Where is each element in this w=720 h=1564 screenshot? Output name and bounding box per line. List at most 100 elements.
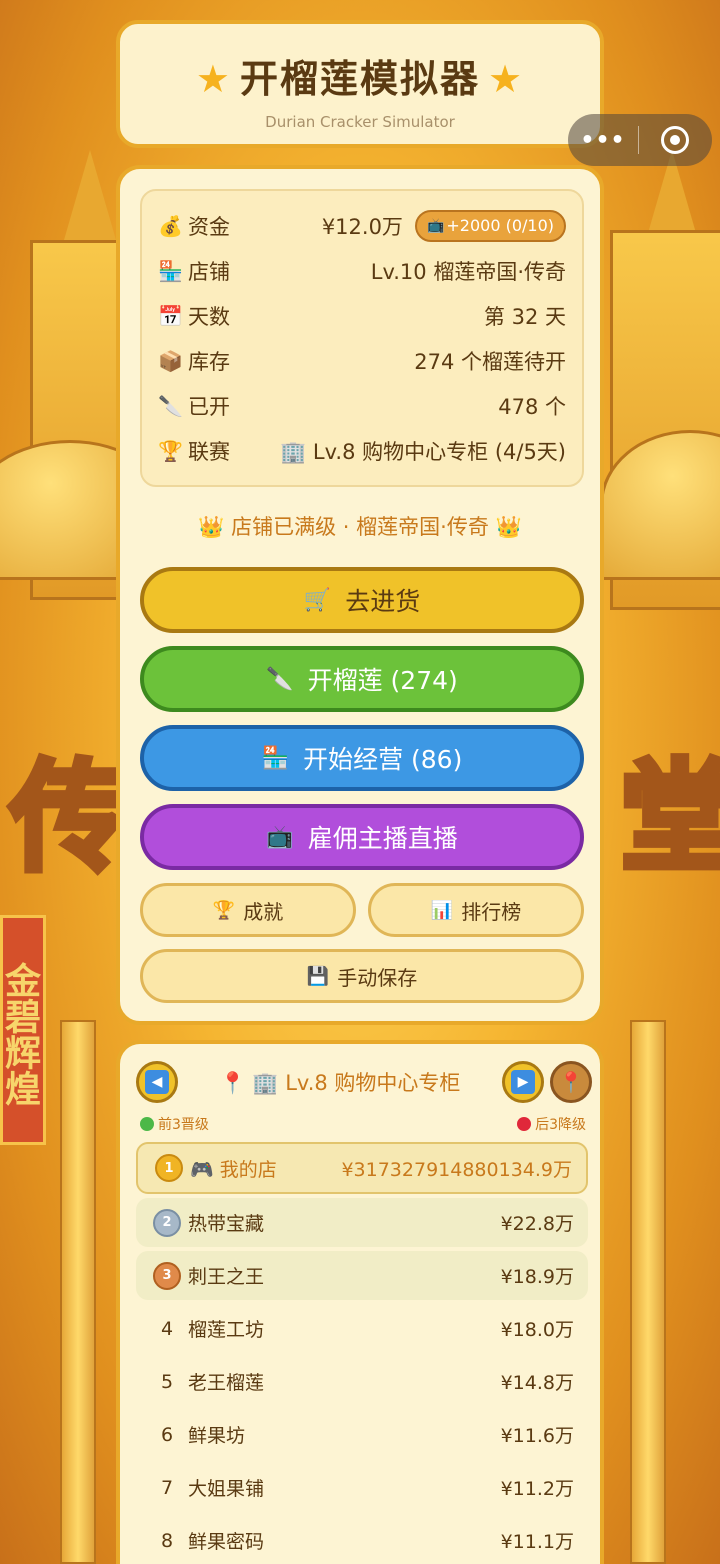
- league-ranking-list: 1 🎮 我的店 ¥317327914880134.9万 2 热带宝藏 ¥22.8…: [136, 1142, 588, 1564]
- star-icon: ★: [195, 57, 232, 101]
- store-name: 榴莲工坊: [188, 1319, 265, 1341]
- store-name: 刺王之王: [188, 1266, 265, 1288]
- league-panel: ◀ 📍 🏢 Lv.8 购物中心专柜 ▶ 📍 前3晋级 后3降级 1 🎮 我的店 …: [116, 1040, 604, 1564]
- demote-legend: 后3降级: [517, 1114, 586, 1134]
- league-title: 📍 🏢 Lv.8 购物中心专柜: [219, 1071, 461, 1095]
- tv-icon: 📺: [426, 217, 445, 234]
- cart-icon: 🛒: [303, 587, 332, 613]
- stat-label: 库存: [188, 349, 230, 374]
- stat-value: 🏢 Lv.8 购物中心专柜 (4/5天): [280, 439, 566, 464]
- background-sign-left: 传: [7, 746, 133, 891]
- silver-medal-icon: 2: [153, 1208, 181, 1237]
- stat-value: ¥12.0万: [321, 214, 403, 239]
- store-name: 热带宝藏: [188, 1213, 265, 1235]
- trophy-icon: 🏆: [212, 899, 236, 921]
- ranking-row-mine[interactable]: 1 🎮 我的店 ¥317327914880134.9万: [136, 1142, 588, 1194]
- rank-number: 5: [160, 1370, 174, 1393]
- store-icon: 🏪: [261, 745, 290, 771]
- ranking-row[interactable]: 7 大姐果铺 ¥11.2万: [136, 1463, 588, 1512]
- open-durian-label: 开榴莲 (274): [307, 666, 458, 695]
- app-subtitle: Durian Cracker Simulator: [265, 113, 455, 131]
- ranking-row[interactable]: 3 刺王之王 ¥18.9万: [136, 1251, 588, 1300]
- arrow-left-icon: ◀: [145, 1070, 169, 1094]
- ranking-row[interactable]: 5 老王榴莲 ¥14.8万: [136, 1357, 588, 1406]
- more-dots-icon[interactable]: •••: [568, 128, 638, 153]
- stat-row-inventory: 📦 库存 274 个榴莲待开: [158, 338, 566, 383]
- trophy-icon: 🏆: [158, 438, 183, 463]
- stat-row-funds: 💰 资金 ¥12.0万 📺 +2000 (0/10): [158, 203, 566, 248]
- rank-number: 7: [160, 1476, 174, 1499]
- locate-my-league-button[interactable]: 📍: [550, 1061, 592, 1103]
- ranking-row[interactable]: 4 榴莲工坊 ¥18.0万: [136, 1304, 588, 1353]
- stat-label: 店铺: [188, 259, 230, 284]
- store-icon: 🏪: [158, 258, 183, 283]
- store-name: 鲜果密码: [188, 1531, 265, 1553]
- rank-number: 4: [160, 1317, 174, 1340]
- store-funds: ¥317327914880134.9万: [341, 1158, 572, 1181]
- manual-save-button[interactable]: 💾 手动保存: [140, 949, 584, 1003]
- rank-cell: 2: [150, 1208, 184, 1237]
- manual-save-label: 手动保存: [337, 965, 418, 990]
- prev-league-button[interactable]: ◀: [136, 1061, 178, 1103]
- store-funds: ¥14.8万: [500, 1372, 574, 1394]
- leaderboard-button[interactable]: 📊 排行榜: [368, 883, 584, 937]
- bar-chart-icon: 📊: [430, 899, 454, 921]
- stat-row-league: 🏆 联赛 🏢 Lv.8 购物中心专柜 (4/5天): [158, 428, 566, 473]
- store-maxed-notice: 👑 店铺已满级 · 榴莲帝国·传奇 👑: [198, 515, 522, 539]
- league-header: ◀ 📍 🏢 Lv.8 购物中心专柜 ▶ 📍: [136, 1060, 592, 1104]
- next-league-button[interactable]: ▶: [502, 1061, 544, 1103]
- restock-button[interactable]: 🛒 去进货: [140, 567, 584, 633]
- app-title: ★ 开榴莲模拟器 ★: [120, 48, 600, 103]
- rank-cell: 1: [152, 1154, 186, 1182]
- league-legend: 前3晋级 后3降级: [140, 1114, 586, 1134]
- store-name: 老王榴莲: [188, 1372, 265, 1394]
- arrow-right-icon: ▶: [511, 1070, 535, 1094]
- background-sign-right: 堂: [617, 746, 720, 891]
- knife-icon: 🔪: [266, 666, 294, 692]
- hire-streamer-button[interactable]: 📺 雇佣主播直播: [140, 804, 584, 870]
- store-name: 鲜果坊: [188, 1425, 246, 1447]
- castle-spire: [64, 150, 116, 240]
- store-funds: ¥22.8万: [500, 1213, 574, 1235]
- stat-label: 已开: [188, 394, 230, 419]
- rank-number: 8: [160, 1529, 174, 1552]
- tv-icon: 📺: [266, 824, 294, 850]
- stat-label: 联赛: [188, 439, 230, 464]
- stat-value: Lv.10 榴莲帝国·传奇: [370, 259, 566, 284]
- pillar: [630, 1020, 666, 1564]
- red-dot-icon: [517, 1117, 532, 1131]
- ranking-row[interactable]: 8 鲜果密码 ¥11.1万: [136, 1516, 588, 1564]
- rank-number: 6: [160, 1423, 174, 1446]
- star-icon: ★: [488, 57, 525, 101]
- achievements-label: 成就: [243, 899, 284, 924]
- promote-legend: 前3晋级: [140, 1114, 209, 1134]
- ranking-row[interactable]: 2 热带宝藏 ¥22.8万: [136, 1198, 588, 1247]
- open-durian-button[interactable]: 🔪 开榴莲 (274): [140, 646, 584, 712]
- close-circle-icon[interactable]: [639, 126, 711, 154]
- promote-label: 前3晋级: [158, 1117, 209, 1133]
- stat-value: 478 个: [498, 394, 566, 419]
- hire-streamer-label: 雇佣主播直播: [307, 824, 458, 853]
- knife-icon: 🔪: [158, 393, 183, 418]
- red-banner: 金碧辉煌: [0, 915, 46, 1145]
- stat-row-days: 📅 天数 第 32 天: [158, 293, 566, 338]
- miniprogram-capsule: •••: [568, 114, 712, 166]
- stat-row-store: 🏪 店铺 Lv.10 榴莲帝国·传奇: [158, 248, 566, 293]
- bronze-medal-icon: 3: [153, 1261, 181, 1290]
- stat-value: 第 32 天: [483, 304, 566, 329]
- store-funds: ¥11.2万: [500, 1478, 574, 1500]
- green-dot-icon: [140, 1117, 154, 1131]
- store-name: 🎮 我的店: [190, 1158, 277, 1181]
- store-funds: ¥18.0万: [500, 1319, 574, 1341]
- ranking-row[interactable]: 6 鲜果坊 ¥11.6万: [136, 1410, 588, 1459]
- restock-label: 去进货: [345, 587, 421, 616]
- leaderboard-label: 排行榜: [461, 899, 522, 924]
- title-card: ★ 开榴莲模拟器 ★ Durian Cracker Simulator: [116, 20, 604, 148]
- start-business-button[interactable]: 🏪 开始经营 (86): [140, 725, 584, 791]
- start-business-label: 开始经营 (86): [303, 745, 463, 774]
- ad-reward-button[interactable]: 📺 +2000 (0/10): [414, 209, 566, 242]
- stat-row-opened: 🔪 已开 478 个: [158, 383, 566, 428]
- calendar-icon: 📅: [158, 303, 183, 328]
- stat-value: 274 个榴莲待开: [414, 349, 566, 374]
- achievements-button[interactable]: 🏆 成就: [140, 883, 356, 937]
